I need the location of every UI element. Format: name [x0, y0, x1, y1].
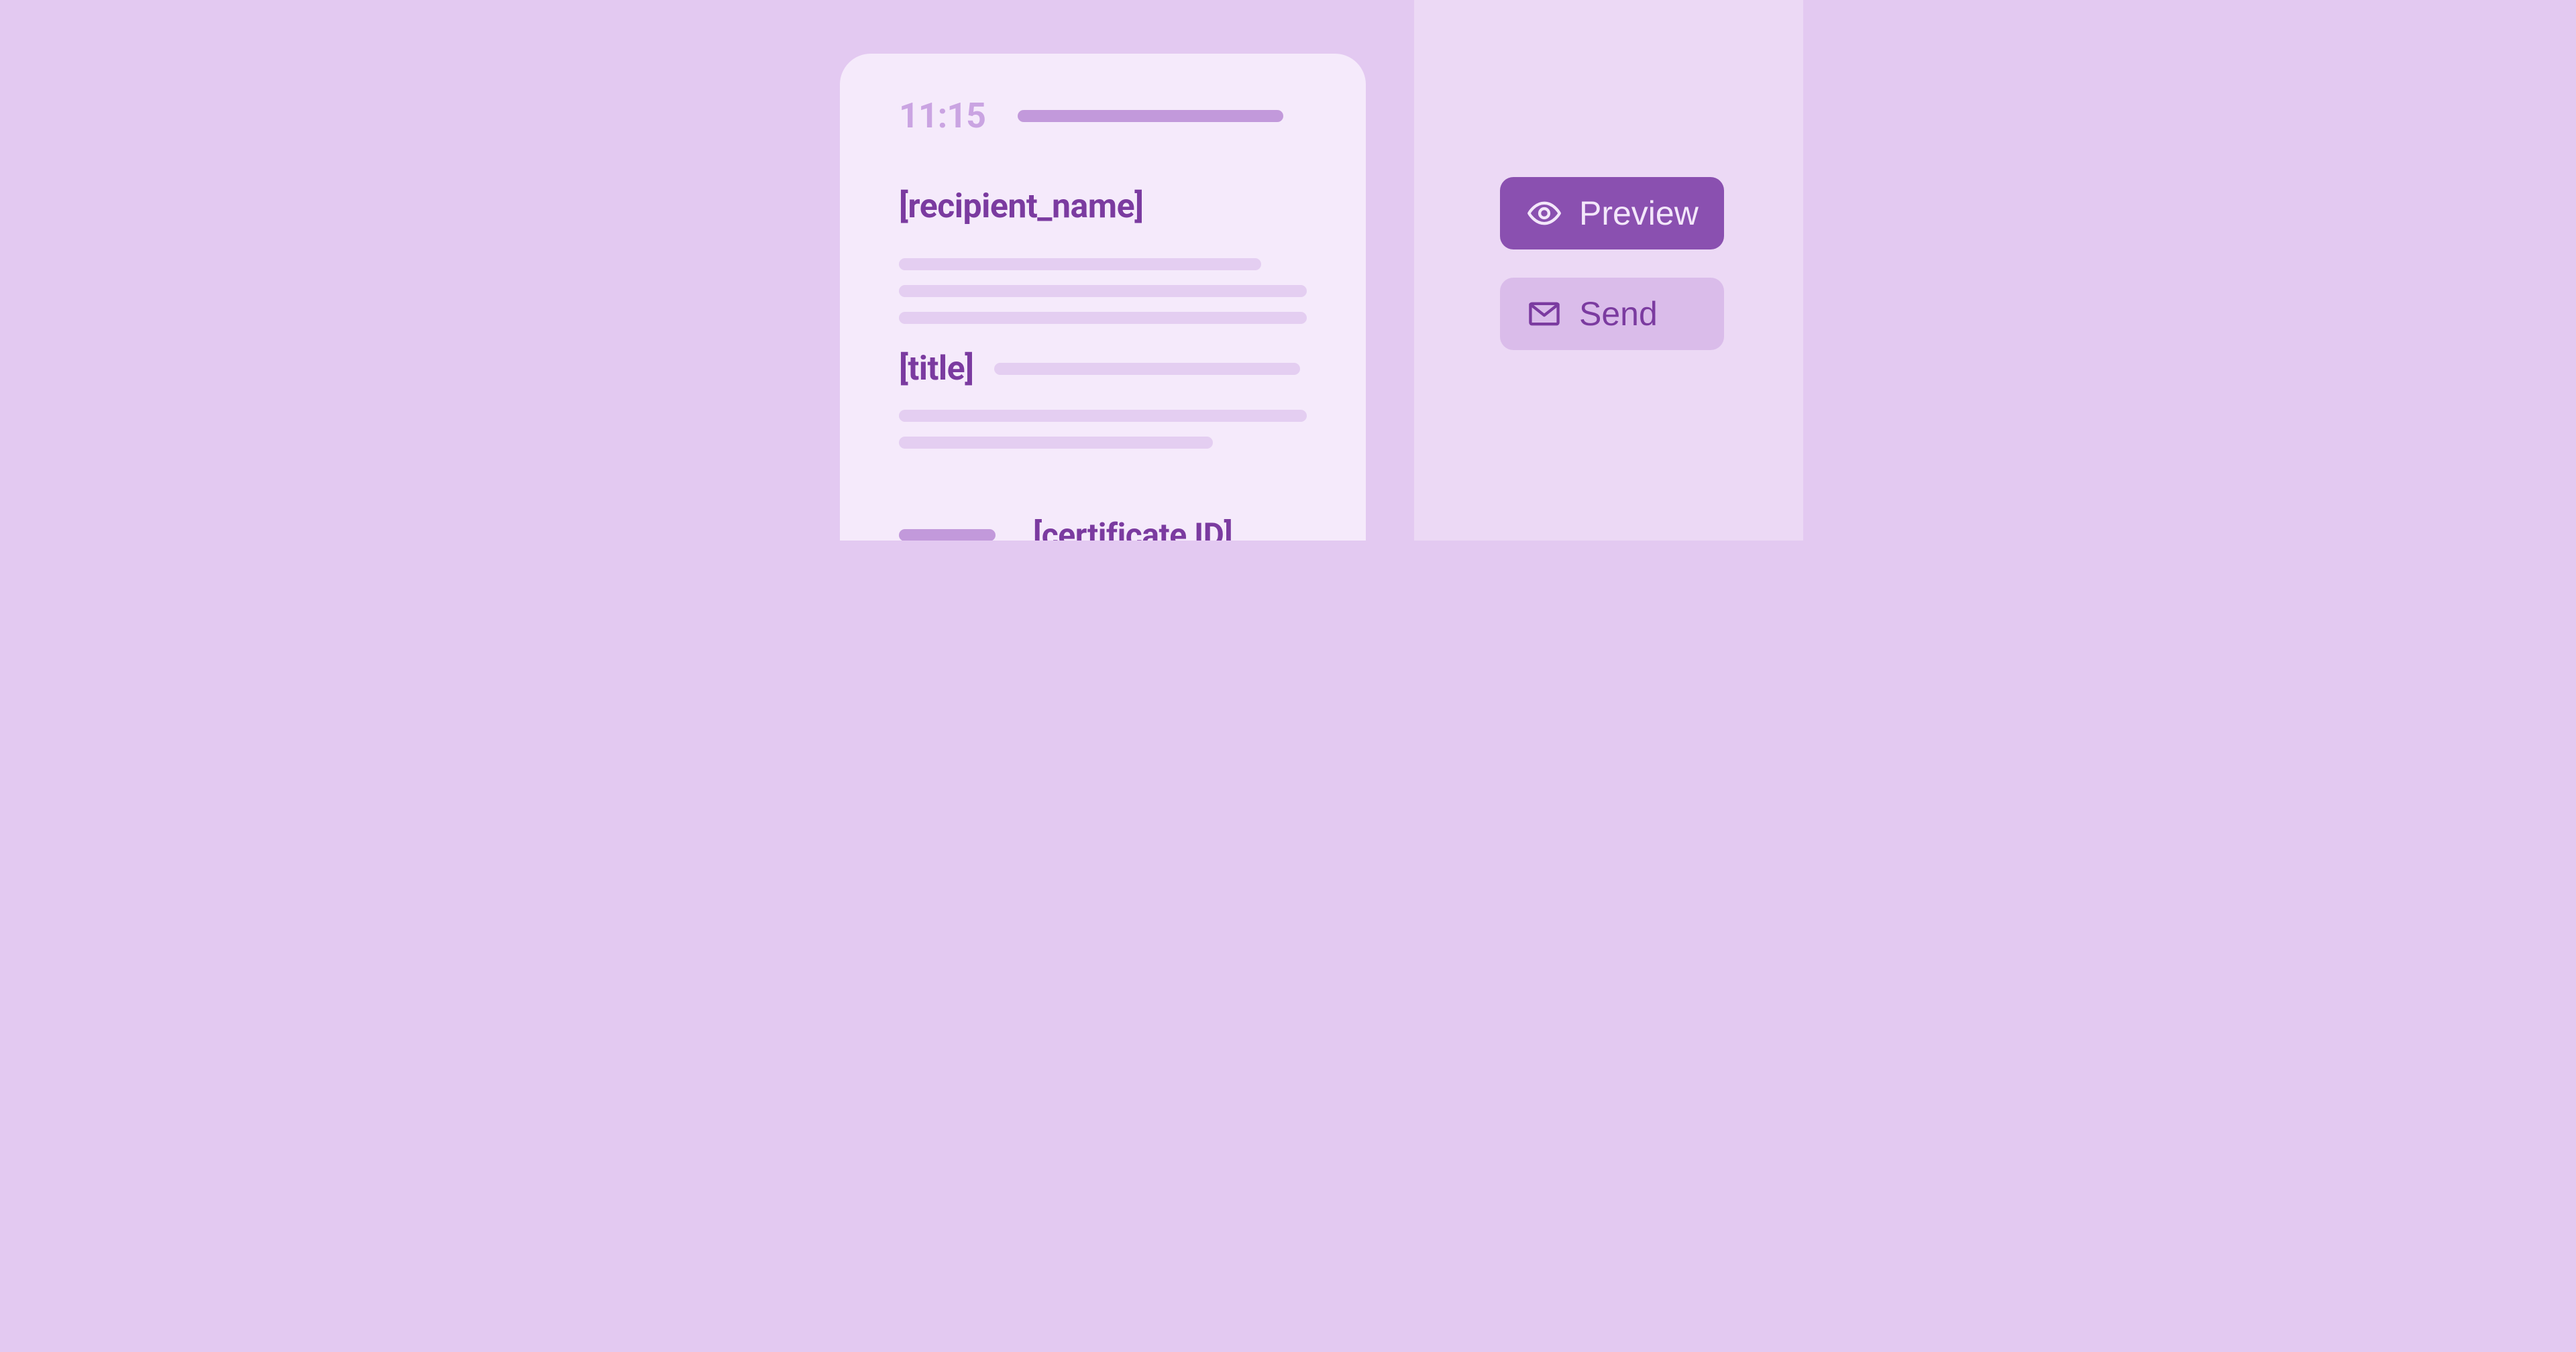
- eye-icon: [1527, 196, 1562, 231]
- skeleton-line: [994, 363, 1300, 375]
- certificate-id-placeholder: [certificate ID]: [1033, 516, 1232, 541]
- skeleton-line: [899, 437, 1213, 449]
- preview-button[interactable]: Preview: [1500, 177, 1724, 249]
- preview-button-label: Preview: [1579, 194, 1699, 233]
- title-placeholder: [title]: [899, 349, 974, 388]
- document-preview: 11:15 [recipient_name] [title] [certific…: [840, 54, 1366, 541]
- document-header: 11:15: [899, 95, 1307, 136]
- right-panel: Preview Send: [1414, 0, 1803, 541]
- left-panel: 11:15 [recipient_name] [title] [certific…: [773, 0, 1414, 541]
- time-display: 11:15: [899, 95, 985, 136]
- skeleton-group-2: [899, 410, 1307, 449]
- send-button-label: Send: [1579, 294, 1658, 333]
- skeleton-line: [899, 285, 1307, 297]
- recipient-name-placeholder: [recipient_name]: [899, 187, 1307, 226]
- stage: 11:15 [recipient_name] [title] [certific…: [773, 0, 1803, 541]
- envelope-icon: [1527, 296, 1562, 331]
- skeleton-line: [899, 410, 1307, 422]
- header-skeleton-bar: [1018, 110, 1283, 122]
- footer-skeleton-bar: [899, 529, 996, 541]
- skeleton-group-1: [899, 258, 1307, 324]
- skeleton-line: [899, 258, 1261, 270]
- send-button[interactable]: Send: [1500, 278, 1724, 350]
- document-footer: [certificate ID]: [899, 516, 1307, 541]
- skeleton-line: [899, 312, 1307, 324]
- title-row: [title]: [899, 349, 1307, 388]
